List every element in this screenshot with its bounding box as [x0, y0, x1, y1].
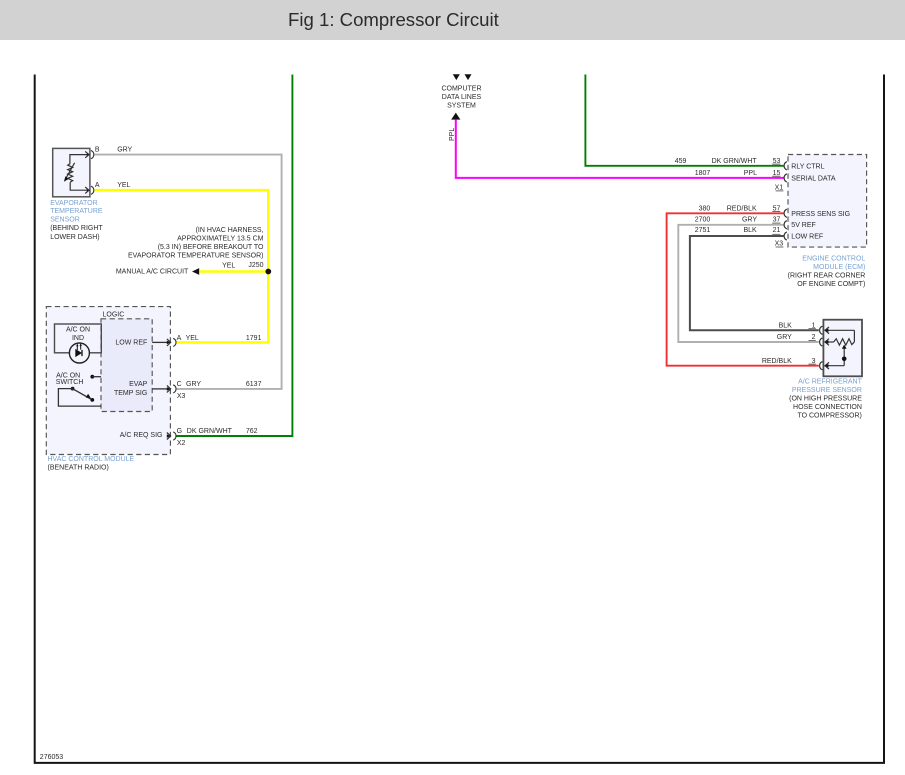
- svg-text:459: 459: [675, 158, 687, 165]
- svg-text:HOSE CONNECTION: HOSE CONNECTION: [793, 404, 862, 411]
- svg-text:A: A: [177, 335, 182, 342]
- svg-text:DK GRN/WHT: DK GRN/WHT: [712, 158, 758, 165]
- svg-text:PRESS SENS SIG: PRESS SENS SIG: [791, 211, 850, 218]
- svg-text:EVAPORATOR: EVAPORATOR: [50, 200, 97, 207]
- svg-text:MANUAL A/C CIRCUIT: MANUAL A/C CIRCUIT: [116, 268, 189, 275]
- svg-text:YEL: YEL: [186, 335, 199, 342]
- svg-text:X2: X2: [177, 440, 186, 447]
- svg-text:G: G: [177, 428, 182, 435]
- svg-text:YEL: YEL: [222, 262, 235, 269]
- svg-text:(5.3 IN) BEFORE BREAKOUT TO: (5.3 IN) BEFORE BREAKOUT TO: [158, 244, 264, 251]
- svg-text:RLY CTRL: RLY CTRL: [791, 163, 824, 170]
- svg-text:DATA LINES: DATA LINES: [442, 94, 482, 101]
- svg-text:RED/BLK: RED/BLK: [762, 358, 792, 365]
- svg-text:A: A: [95, 182, 100, 189]
- svg-text:IND: IND: [72, 335, 84, 342]
- svg-text:(ON HIGH PRESSURE: (ON HIGH PRESSURE: [789, 395, 862, 402]
- svg-text:APPROXIMATELY 13.5 CM: APPROXIMATELY 13.5 CM: [177, 236, 264, 243]
- svg-text:LOW REF: LOW REF: [791, 234, 823, 241]
- svg-text:TO COMPRESSOR): TO COMPRESSOR): [797, 412, 861, 419]
- svg-text:2700: 2700: [695, 216, 711, 223]
- svg-text:A/C REFRIGERANT: A/C REFRIGERANT: [798, 378, 863, 385]
- svg-text:C: C: [177, 381, 182, 388]
- svg-text:SYSTEM: SYSTEM: [447, 103, 476, 110]
- svg-text:LOGIC: LOGIC: [103, 312, 125, 319]
- svg-text:37: 37: [773, 216, 781, 223]
- svg-text:TEMP SIG: TEMP SIG: [114, 390, 147, 397]
- svg-text:OF ENGINE COMPT): OF ENGINE COMPT): [797, 281, 865, 288]
- svg-text:21: 21: [773, 227, 781, 234]
- svg-text:X3: X3: [775, 240, 784, 247]
- svg-text:X1: X1: [775, 184, 784, 191]
- svg-text:A/C REQ SIG: A/C REQ SIG: [120, 432, 163, 439]
- svg-text:1791: 1791: [246, 335, 262, 342]
- svg-text:LOWER DASH): LOWER DASH): [50, 234, 99, 241]
- svg-text:SERIAL DATA: SERIAL DATA: [791, 175, 836, 182]
- svg-text:6137: 6137: [246, 381, 262, 388]
- svg-text:COMPUTER: COMPUTER: [441, 86, 481, 93]
- svg-text:(RIGHT REAR CORNER: (RIGHT REAR CORNER: [788, 273, 866, 280]
- svg-text:2751: 2751: [695, 227, 711, 234]
- svg-text:YEL: YEL: [117, 182, 130, 189]
- svg-text:MODULE (ECM): MODULE (ECM): [813, 264, 865, 271]
- svg-text:(BEHIND RIGHT: (BEHIND RIGHT: [50, 225, 103, 232]
- svg-text:RED/BLK: RED/BLK: [727, 205, 757, 212]
- svg-text:GRY: GRY: [186, 381, 201, 388]
- svg-text:HVAC CONTROL MODULE: HVAC CONTROL MODULE: [48, 456, 135, 463]
- svg-text:(BENEATH RADIO): (BENEATH RADIO): [48, 465, 109, 472]
- svg-text:BLK: BLK: [779, 323, 793, 330]
- svg-text:PRESSURE SENSOR: PRESSURE SENSOR: [792, 387, 862, 394]
- svg-text:B: B: [95, 147, 100, 154]
- svg-text:X3: X3: [177, 393, 186, 400]
- svg-text:GRY: GRY: [777, 334, 792, 341]
- svg-text:GRY: GRY: [742, 216, 757, 223]
- svg-text:J250: J250: [248, 262, 263, 269]
- svg-text:762: 762: [246, 428, 258, 435]
- svg-text:380: 380: [699, 205, 711, 212]
- svg-text:BLK: BLK: [743, 227, 757, 234]
- svg-text:Fig 1: Compressor Circuit: Fig 1: Compressor Circuit: [288, 9, 500, 30]
- svg-text:EVAPORATOR TEMPERATURE SENSOR): EVAPORATOR TEMPERATURE SENSOR): [128, 253, 264, 260]
- svg-text:TEMPERATURE: TEMPERATURE: [50, 208, 103, 215]
- svg-text:SWITCH: SWITCH: [56, 379, 84, 386]
- svg-text:EVAP: EVAP: [129, 381, 147, 388]
- svg-text:A/C ON: A/C ON: [66, 326, 90, 333]
- svg-text:LOW REF: LOW REF: [115, 340, 147, 347]
- svg-text:SENSOR: SENSOR: [50, 217, 80, 224]
- svg-text:DK GRN/WHT: DK GRN/WHT: [187, 428, 233, 435]
- svg-text:GRY: GRY: [117, 147, 132, 154]
- svg-text:PPL: PPL: [744, 170, 757, 177]
- svg-text:5V REF: 5V REF: [791, 222, 816, 229]
- svg-text:276053: 276053: [40, 754, 63, 761]
- svg-text:(IN HVAC HARNESS,: (IN HVAC HARNESS,: [196, 227, 264, 234]
- svg-text:1807: 1807: [695, 170, 711, 177]
- svg-text:ENGINE CONTROL: ENGINE CONTROL: [802, 256, 865, 263]
